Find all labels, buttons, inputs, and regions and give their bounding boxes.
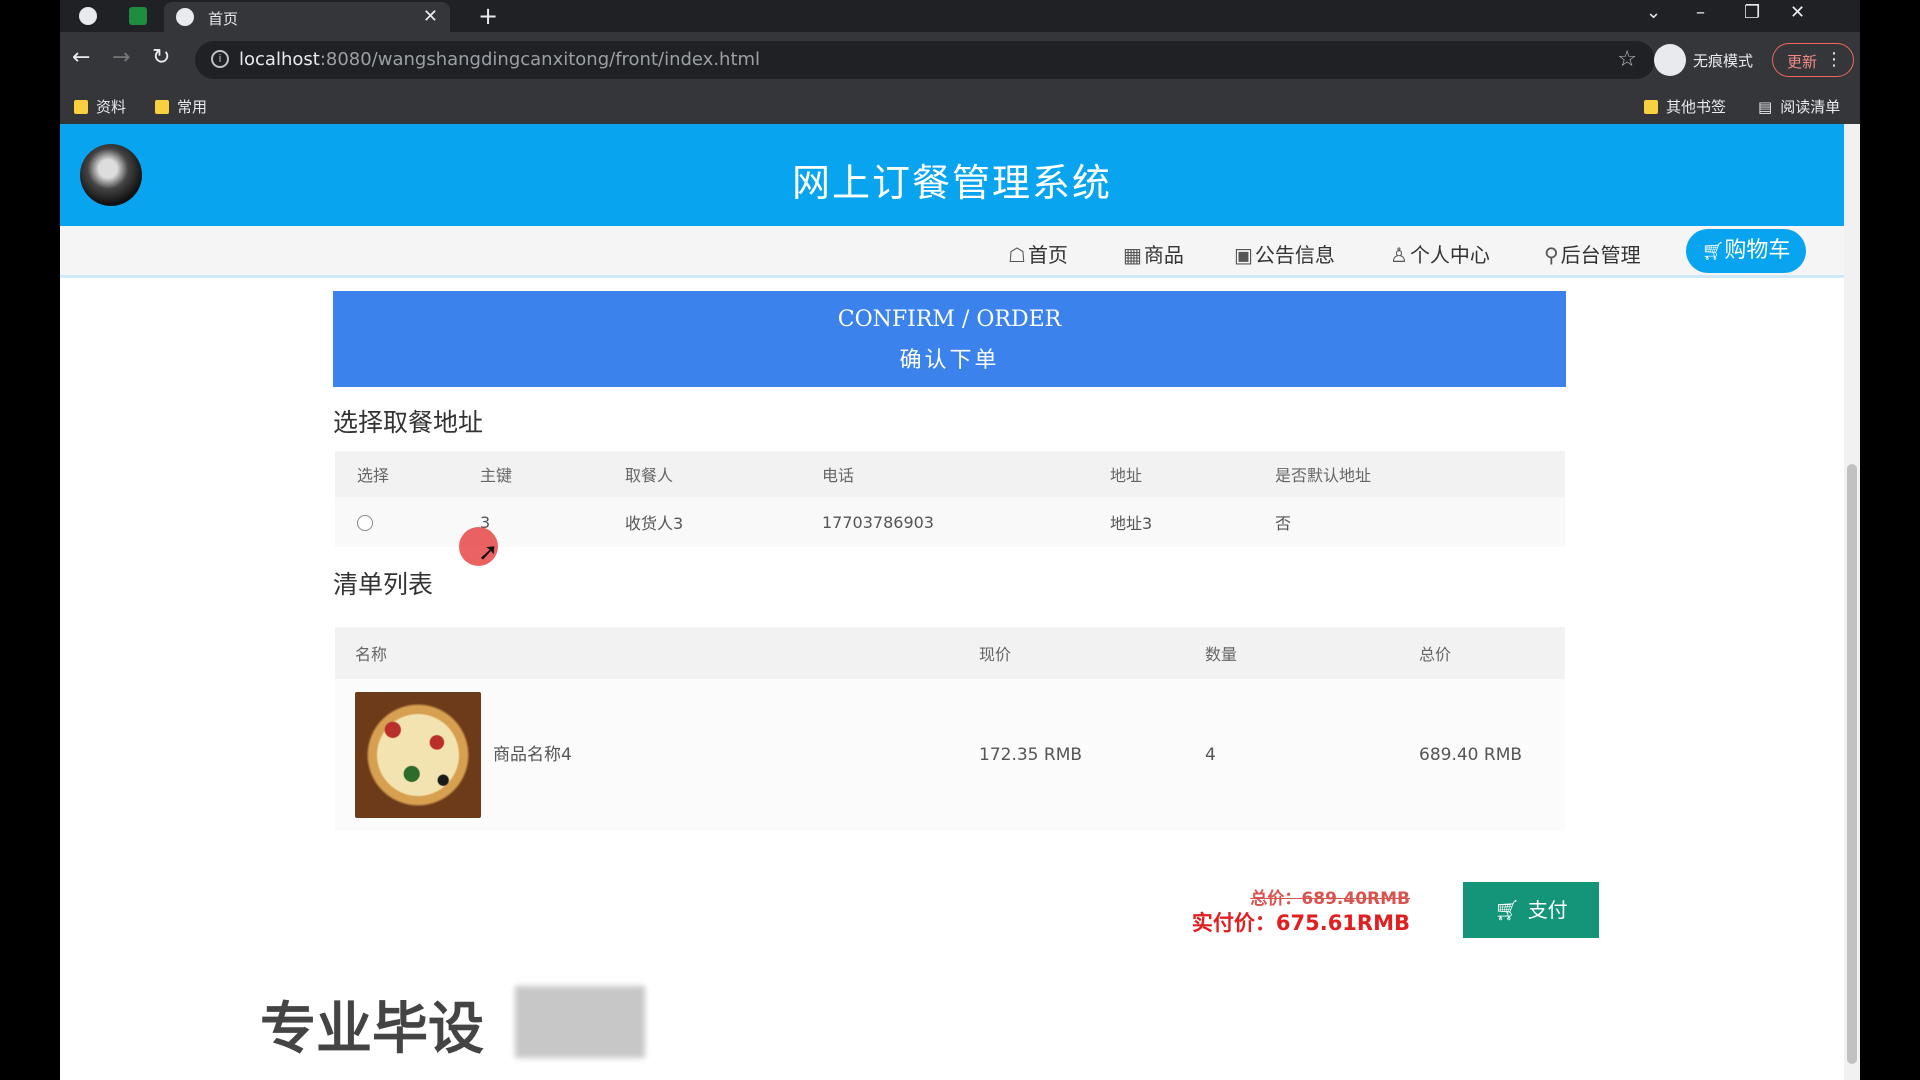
col-address: 地址 (1110, 451, 1275, 497)
pinned-tab-globe-icon[interactable] (79, 7, 97, 25)
bookmark-folder-ziliao[interactable]: 资料 (74, 96, 126, 117)
user-icon: ♙ (1390, 243, 1408, 267)
bookmark-star-icon[interactable]: ☆ (1617, 47, 1637, 72)
watermark-text: 专业毕设 (260, 997, 484, 1062)
confirm-order-banner: CONFIRM / ORDER 确认下单 (333, 291, 1566, 387)
incognito-label: 无痕模式 (1693, 52, 1754, 70)
notice-icon: ▣ (1234, 243, 1253, 267)
cart-icon: 🛒︎ (1494, 898, 1520, 922)
reading-list[interactable]: ▤ 阅读清单 (1758, 96, 1840, 117)
address-phone: 17703786903 (822, 497, 1110, 547)
site-nav: ☖ 首页 ▦ 商品 ▣ 公告信息 ♙ 个人中心 ⚲ 后台管理 🛒︎购物车 (60, 226, 1844, 278)
blurred-region (515, 986, 645, 1058)
address-radio[interactable] (357, 515, 373, 531)
cart-icon: 🛒︎ (1701, 241, 1725, 262)
item-total: 689.40 RMB (1419, 679, 1565, 831)
tab-title: 首页 (208, 10, 239, 28)
page-viewport: 网上订餐管理系统 ☖ 首页 ▦ 商品 ▣ 公告信息 ♙ 个人中心 ⚲ 后台管理 🛒︎购物车… (60, 124, 1844, 1080)
site-title: 网上订餐管理系统 (791, 161, 1112, 205)
address-id: 3 (480, 497, 625, 547)
address-default: 否 (1275, 497, 1565, 547)
nav-admin[interactable]: ⚲ 后台管理 (1544, 239, 1641, 268)
pinned-tab-sheets-icon[interactable] (129, 7, 147, 25)
menu-dots-icon[interactable]: ⋮ (1825, 49, 1843, 70)
col-total: 总价 (1419, 627, 1565, 679)
bookmark-folder-changyong[interactable]: 常用 (155, 96, 207, 117)
nav-products[interactable]: ▦ 商品 (1123, 239, 1184, 268)
forward-icon[interactable]: → (112, 46, 130, 70)
link-icon: ⚲ (1544, 243, 1559, 267)
incognito-icon[interactable] (1654, 44, 1686, 76)
col-name: 名称 (335, 627, 979, 679)
col-price: 现价 (979, 627, 1205, 679)
col-id: 主键 (480, 451, 625, 497)
new-tab-icon[interactable]: + (478, 2, 498, 30)
update-button[interactable]: 更新 ⋮ (1772, 43, 1854, 77)
scrollbar-thumb[interactable] (1847, 464, 1857, 1064)
mouse-cursor-icon: ➚ (478, 538, 499, 566)
grid-icon: ▦ (1123, 243, 1142, 267)
product-image[interactable] (355, 692, 481, 818)
folder-icon (1644, 100, 1658, 114)
address-section-title: 选择取餐地址 (333, 408, 484, 437)
reading-list-icon: ▤ (1758, 98, 1773, 116)
tab-close-icon[interactable]: ✕ (423, 6, 438, 27)
item-name: 商品名称4 (493, 745, 572, 765)
item-qty: 4 (1205, 679, 1419, 831)
nav-cart-button[interactable]: 🛒︎购物车 (1686, 229, 1806, 273)
actual-total: 实付价：675.61RMB (1191, 911, 1410, 935)
back-icon[interactable]: ← (72, 46, 90, 70)
bookmarks-bar: 资料 常用 其他书签 ▤ 阅读清单 (60, 88, 1860, 124)
nav-notices[interactable]: ▣ 公告信息 (1234, 239, 1335, 268)
nav-profile[interactable]: ♙ 个人中心 (1390, 239, 1490, 268)
site-header: 网上订餐管理系统 (60, 124, 1844, 226)
folder-icon (74, 100, 88, 114)
col-default: 是否默认地址 (1275, 451, 1565, 497)
active-tab[interactable]: 首页 ✕ (164, 2, 450, 32)
tab-strip: 首页 ✕ + ⌄ – ❐ ✕ (60, 0, 1860, 32)
close-window-icon[interactable]: ✕ (1790, 2, 1805, 23)
items-section-title: 清单列表 (333, 570, 434, 599)
address-table: 选择 主键 取餐人 电话 地址 是否默认地址 3 收货人3 1770378690… (335, 451, 1565, 547)
item-price: 172.35 RMB (979, 679, 1205, 831)
address-text: 地址3 (1110, 497, 1275, 547)
browser-window: 首页 ✕ + ⌄ – ❐ ✕ ← → ↻ i localhost:8080/wa… (60, 0, 1860, 1080)
original-total: 总价：689.40RMB (1250, 889, 1410, 909)
home-icon: ☖ (1008, 243, 1026, 267)
folder-icon (155, 100, 169, 114)
pay-button[interactable]: 🛒︎ 支付 (1463, 882, 1599, 938)
reload-icon[interactable]: ↻ (152, 46, 170, 70)
restore-icon[interactable]: ❐ (1744, 2, 1760, 23)
page-scrollbar[interactable] (1844, 124, 1860, 1080)
nav-home[interactable]: ☖ 首页 (1008, 239, 1068, 268)
bookmark-folder-other[interactable]: 其他书签 (1644, 96, 1726, 117)
col-select: 选择 (335, 451, 480, 497)
banner-title-cn: 确认下单 (899, 348, 1000, 373)
tab-search-icon[interactable]: ⌄ (1646, 2, 1661, 23)
minimize-icon[interactable]: – (1696, 2, 1705, 23)
items-table: 名称 现价 数量 总价 商品名称4 172.35 RMB 4 689.40 RM… (335, 627, 1565, 831)
address-header-row: 选择 主键 取餐人 电话 地址 是否默认地址 (335, 451, 1565, 497)
items-header-row: 名称 现价 数量 总价 (335, 627, 1565, 679)
address-bar[interactable]: i localhost:8080/wangshangdingcanxitong/… (195, 41, 1655, 79)
table-row: 商品名称4 172.35 RMB 4 689.40 RMB (335, 679, 1565, 831)
url-text: localhost:8080/wangshangdingcanxitong/fr… (239, 49, 761, 70)
update-label: 更新 (1787, 53, 1818, 71)
item-name-cell: 商品名称4 (335, 679, 979, 831)
table-row[interactable]: 3 收货人3 17703786903 地址3 否 (335, 497, 1565, 547)
banner-title-en: CONFIRM / ORDER (837, 307, 1062, 332)
select-cell (335, 497, 480, 547)
address-recipient: 收货人3 (625, 497, 822, 547)
tab-globe-icon (176, 8, 194, 26)
site-info-icon[interactable]: i (211, 50, 229, 68)
browser-toolbar: ← → ↻ i localhost:8080/wangshangdingcanx… (60, 32, 1860, 88)
col-phone: 电话 (822, 451, 1110, 497)
col-recipient: 取餐人 (625, 451, 822, 497)
col-qty: 数量 (1205, 627, 1419, 679)
